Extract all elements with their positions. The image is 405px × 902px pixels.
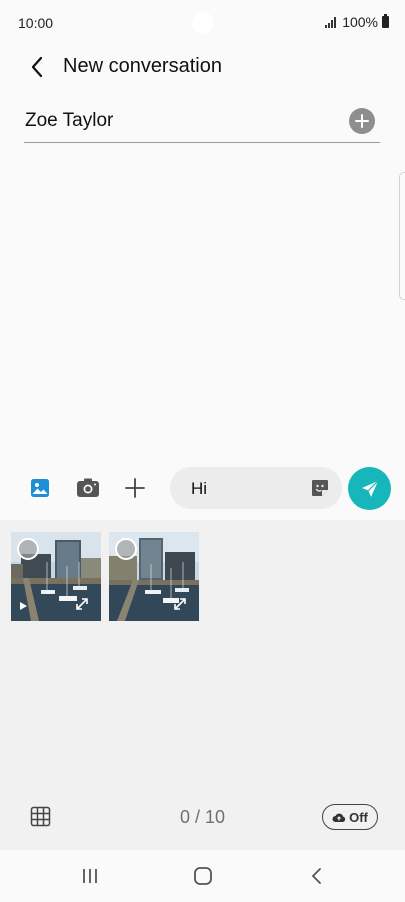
battery-icon	[382, 14, 389, 28]
status-time: 10:00	[18, 15, 54, 31]
home-icon	[194, 867, 212, 885]
message-input[interactable]: Hi	[170, 467, 342, 509]
recipient-field[interactable]: Zoe Taylor	[24, 100, 380, 143]
recent-apps-button[interactable]	[78, 864, 102, 888]
recipient-name: Zoe Taylor	[25, 110, 114, 131]
app-header: New conversation	[0, 46, 405, 86]
gallery-footer: 0 / 10 Off	[0, 796, 405, 836]
gallery-button[interactable]	[28, 476, 52, 500]
play-icon	[20, 602, 27, 610]
page-title: New conversation	[63, 55, 222, 77]
camera-cutout	[192, 12, 214, 34]
message-text: Hi	[191, 479, 208, 498]
camera-icon	[77, 478, 99, 497]
gallery-icon	[31, 479, 49, 497]
sticker-icon[interactable]	[310, 478, 330, 498]
select-checkbox[interactable]	[115, 538, 137, 560]
expand-icon[interactable]	[75, 597, 89, 611]
status-bar: 10:00 100%	[0, 0, 405, 46]
plus-icon	[125, 478, 145, 498]
signal-icon	[325, 16, 337, 28]
expand-icon[interactable]	[173, 597, 187, 611]
camera-button[interactable]	[76, 476, 100, 500]
system-nav-bar	[0, 850, 405, 902]
plus-circle-icon	[355, 114, 369, 128]
cloud-toggle-label: Off	[349, 809, 368, 825]
home-button[interactable]	[191, 864, 215, 888]
edge-panel-handle[interactable]	[399, 172, 405, 300]
gallery-thumbnail-video[interactable]	[11, 532, 101, 621]
back-icon	[311, 868, 321, 884]
attach-more-button[interactable]	[123, 476, 147, 500]
select-checkbox[interactable]	[17, 538, 39, 560]
status-indicators: 100%	[325, 14, 389, 30]
add-recipient-button[interactable]	[349, 108, 375, 134]
cloud-icon	[332, 813, 346, 822]
battery-percentage: 100%	[342, 14, 378, 30]
send-button[interactable]	[348, 467, 391, 510]
chevron-left-icon	[31, 56, 43, 78]
back-button[interactable]	[22, 52, 52, 82]
gallery-thumbnail-image[interactable]	[109, 532, 199, 621]
send-icon	[361, 480, 378, 497]
message-composer: Hi	[0, 458, 405, 518]
cloud-upload-toggle[interactable]: Off	[322, 804, 378, 830]
nav-back-button[interactable]	[305, 864, 329, 888]
recent-apps-icon	[83, 869, 97, 883]
gallery-panel: 0 / 10 Off	[0, 520, 405, 850]
